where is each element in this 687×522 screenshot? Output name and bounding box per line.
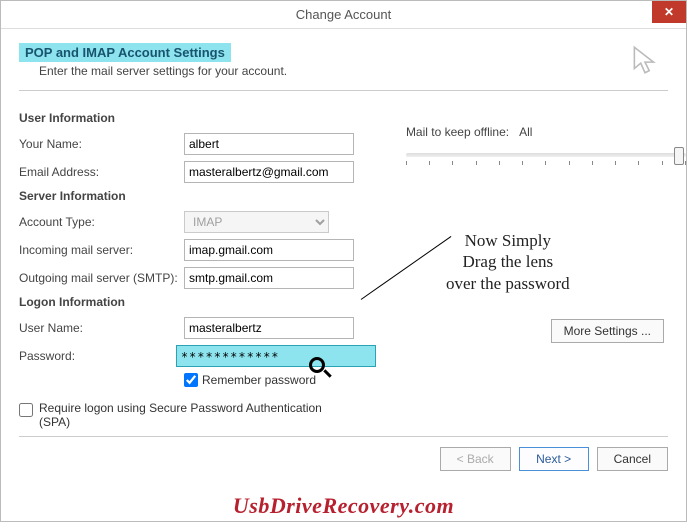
slider-thumb[interactable]	[674, 147, 684, 165]
close-button[interactable]: ✕	[652, 1, 686, 23]
row-outgoing: Outgoing mail server (SMTP):	[19, 267, 376, 289]
label-email: Email Address:	[19, 165, 184, 179]
more-settings-button[interactable]: More Settings ...	[551, 319, 664, 343]
cursor-arrow-icon	[628, 43, 662, 77]
nav-row: < Back Next > Cancel	[19, 447, 668, 471]
slider-ticks	[406, 161, 686, 165]
input-password[interactable]	[176, 345, 376, 367]
right-column: Mail to keep offline: All Now Simply Dra…	[406, 105, 686, 429]
label-password: Password:	[19, 349, 176, 363]
input-incoming[interactable]	[184, 239, 354, 261]
row-remember: Remember password	[184, 373, 376, 387]
row-email: Email Address:	[19, 161, 376, 183]
label-username: User Name:	[19, 321, 184, 335]
label-outgoing: Outgoing mail server (SMTP):	[19, 271, 184, 285]
window-title: Change Account	[296, 7, 391, 22]
row-spa: Require logon using Secure Password Auth…	[19, 401, 376, 429]
label-spa: Require logon using Secure Password Auth…	[39, 401, 339, 429]
footer: < Back Next > Cancel	[1, 436, 686, 471]
input-outgoing[interactable]	[184, 267, 354, 289]
dialog-content: POP and IMAP Account Settings Enter the …	[1, 29, 686, 439]
select-account-type: IMAP	[184, 211, 329, 233]
header-subtitle: Enter the mail server settings for your …	[39, 64, 287, 78]
cancel-button[interactable]: Cancel	[597, 447, 668, 471]
row-password: Password:	[19, 345, 376, 367]
form-column: User Information Your Name: Email Addres…	[19, 105, 376, 429]
label-remember: Remember password	[202, 373, 316, 387]
label-your-name: Your Name:	[19, 137, 184, 151]
row-account-type: Account Type: IMAP	[19, 211, 376, 233]
close-icon: ✕	[664, 5, 674, 19]
section-logon-info: Logon Information	[19, 295, 376, 309]
mail-keep-slider[interactable]	[406, 153, 686, 157]
checkbox-spa[interactable]	[19, 403, 33, 417]
titlebar: Change Account ✕	[1, 1, 686, 29]
back-button: < Back	[440, 447, 511, 471]
watermark: UsbDriveRecovery.com	[1, 493, 686, 519]
label-account-type: Account Type:	[19, 215, 184, 229]
row-incoming: Incoming mail server:	[19, 239, 376, 261]
row-username: User Name:	[19, 317, 376, 339]
header-row: POP and IMAP Account Settings Enter the …	[19, 43, 668, 91]
label-mail-keep: Mail to keep offline:	[406, 125, 509, 139]
section-server-info: Server Information	[19, 189, 376, 203]
value-mail-keep: All	[519, 125, 532, 139]
input-your-name[interactable]	[184, 133, 354, 155]
next-button[interactable]: Next >	[519, 447, 589, 471]
main-area: User Information Your Name: Email Addres…	[19, 91, 668, 429]
input-username[interactable]	[184, 317, 354, 339]
mail-keep-row: Mail to keep offline: All	[406, 125, 686, 139]
row-your-name: Your Name:	[19, 133, 376, 155]
section-user-info: User Information	[19, 111, 376, 125]
annotation-text: Now Simply Drag the lens over the passwo…	[446, 230, 570, 294]
label-incoming: Incoming mail server:	[19, 243, 184, 257]
input-email[interactable]	[184, 161, 354, 183]
footer-divider	[19, 436, 668, 437]
checkbox-remember[interactable]	[184, 373, 198, 387]
header-title: POP and IMAP Account Settings	[19, 43, 231, 62]
